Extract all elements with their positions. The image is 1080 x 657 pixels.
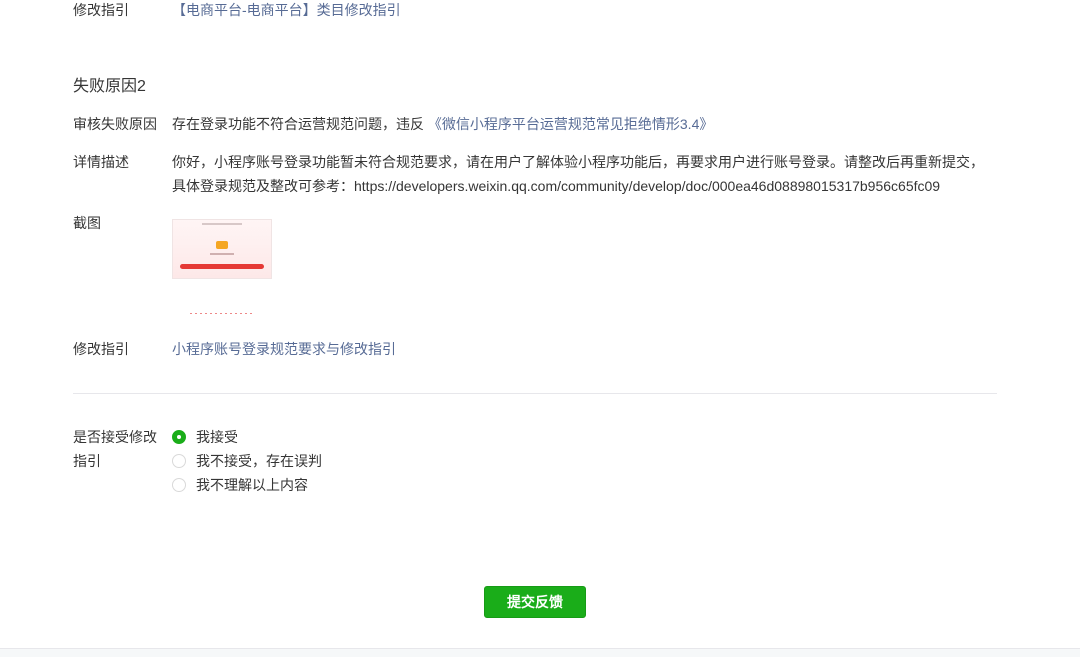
screenshot-thumbnail[interactable]: [172, 219, 272, 317]
accept-label-line2: 指引: [73, 453, 101, 469]
thumbnail-bottom-line: [190, 313, 254, 314]
radio-reject-label: 我不接受，存在误判: [196, 453, 322, 469]
radio-not-understand-label: 我不理解以上内容: [196, 477, 308, 493]
prev-guide-label: 修改指引: [73, 2, 129, 18]
radio-reject[interactable]: 我不接受，存在误判: [172, 452, 322, 470]
thumbnail-caption: [210, 253, 234, 255]
radio-not-understand[interactable]: 我不理解以上内容: [172, 476, 308, 494]
detail-label: 详情描述: [73, 154, 129, 170]
radio-accept[interactable]: 我接受: [172, 428, 238, 446]
guide-label: 修改指引: [73, 341, 129, 357]
fail-reason-label: 审核失败原因: [73, 116, 157, 132]
screenshot-label: 截图: [73, 215, 101, 231]
fail-reason-value: 存在登录功能不符合运营规范问题，违反 《微信小程序平台运营规范常见拒绝情形3.4…: [172, 114, 713, 134]
radio-checked-icon: [172, 430, 186, 444]
fail-reason-link[interactable]: 《微信小程序平台运营规范常见拒绝情形3.4》: [428, 116, 713, 132]
thumbnail-page: [172, 219, 272, 279]
radio-accept-label: 我接受: [196, 429, 238, 445]
thumbnail-titlebar: [202, 223, 242, 225]
detail-text-line1: 你好，小程序账号登录功能暂未符合规范要求，请在用户了解体验小程序功能后，再要求用…: [172, 154, 984, 170]
section-title-reason2: 失败原因2: [73, 78, 146, 95]
accept-label-line1: 是否接受修改: [73, 429, 157, 445]
guide-link[interactable]: 小程序账号登录规范要求与修改指引: [172, 339, 396, 359]
detail-text-line2: 具体登录规范及整改可参考：https://developers.weixin.q…: [172, 178, 941, 194]
section-divider: [73, 393, 997, 394]
prev-guide-link[interactable]: 【电商平台-电商平台】类目修改指引: [172, 0, 401, 20]
submit-feedback-button[interactable]: 提交反馈: [484, 586, 586, 618]
radio-unchecked-icon: [172, 454, 186, 468]
radio-unchecked-icon: [172, 478, 186, 492]
thumbnail-logo: [216, 241, 228, 249]
fail-reason-text: 存在登录功能不符合运营规范问题，违反: [172, 116, 424, 132]
thumbnail-login-button: [180, 264, 264, 269]
footer-background: [0, 649, 1080, 657]
